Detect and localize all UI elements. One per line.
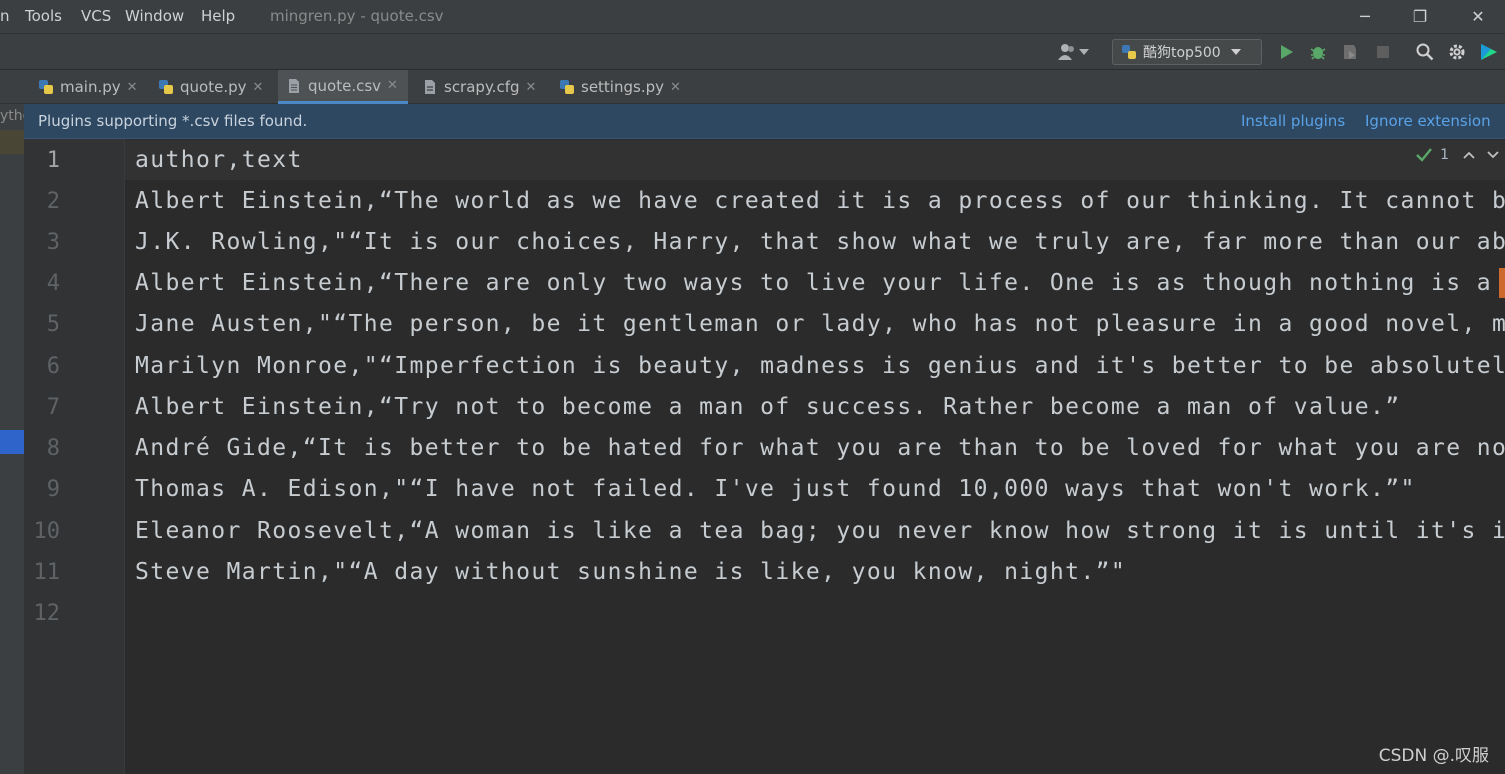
plugin-logo-icon[interactable] xyxy=(1479,42,1499,62)
tab-label: quote.py xyxy=(180,78,247,96)
line-number: 2 xyxy=(46,189,60,214)
python-file-icon xyxy=(559,79,575,95)
line-number: 6 xyxy=(46,354,60,379)
line-number: 7 xyxy=(46,395,60,420)
tab-scrapy-cfg[interactable]: scrapy.cfg ✕ xyxy=(414,70,536,104)
plugin-suggestion-banner: Plugins supporting *.csv files found. In… xyxy=(24,104,1505,139)
run-icon[interactable] xyxy=(1277,42,1297,62)
line-number: 8 xyxy=(46,436,60,461)
run-config-label: 酷狗top500 xyxy=(1143,45,1221,61)
code-line[interactable]: Albert Einstein,“The world as we have cr… xyxy=(135,181,1505,222)
chevron-up-icon[interactable] xyxy=(1463,151,1475,159)
menu-help[interactable]: Help xyxy=(201,7,235,25)
code-line[interactable]: Albert Einstein,“Try not to become a man… xyxy=(135,387,1401,428)
code-line[interactable]: Thomas A. Edison,"“I have not failed. I'… xyxy=(135,469,1416,510)
line-number: 5 xyxy=(46,312,60,337)
code-line[interactable]: Steve Martin,"“A day without sunshine is… xyxy=(135,552,1126,593)
menu-run[interactable]: n xyxy=(0,7,10,25)
tab-quote-py[interactable]: quote.py ✕ xyxy=(150,70,263,104)
code-line[interactable]: author,text xyxy=(135,140,303,181)
menu-window[interactable]: Window xyxy=(125,7,184,25)
project-panel-selection xyxy=(0,130,24,154)
chevron-down-icon[interactable] xyxy=(1077,42,1091,62)
line-number-gutter: 1 2 3 4 5 6 7 8 9 10 11 12 xyxy=(24,139,125,774)
menu-bar: n Tools VCS Window Help mingren.py - quo… xyxy=(0,0,1505,33)
python-file-icon xyxy=(158,79,174,95)
restore-button[interactable]: ❐ xyxy=(1397,0,1443,33)
code-editor[interactable]: author,text Albert Einstein,“The world a… xyxy=(125,139,1505,774)
line-number: 1 xyxy=(46,148,60,173)
coverage-icon[interactable] xyxy=(1340,42,1360,62)
python-icon xyxy=(1121,44,1137,60)
close-icon[interactable]: ✕ xyxy=(252,80,263,95)
close-button[interactable]: ✕ xyxy=(1455,0,1501,33)
user-icon[interactable] xyxy=(1058,42,1078,62)
line-number: 12 xyxy=(33,601,61,626)
install-plugins-link[interactable]: Install plugins xyxy=(1241,112,1345,130)
line-number: 11 xyxy=(33,560,61,585)
banner-message: Plugins supporting *.csv files found. xyxy=(38,112,308,130)
tab-quote-csv[interactable]: quote.csv ✕ xyxy=(278,70,408,104)
code-line[interactable]: Marilyn Monroe,"“Imperfection is beauty,… xyxy=(135,346,1505,387)
project-panel-text: ytho xyxy=(0,108,24,124)
inspection-count: 1 xyxy=(1440,147,1449,163)
tab-main-py[interactable]: main.py ✕ xyxy=(30,70,138,104)
project-panel-highlight xyxy=(0,430,24,454)
editor-tab-bar: main.py ✕ quote.py ✕ quote.csv ✕ scrapy.… xyxy=(0,70,1505,104)
menu-vcs[interactable]: VCS xyxy=(81,7,111,25)
minimize-button[interactable]: ─ xyxy=(1342,0,1388,33)
current-line-highlight xyxy=(125,140,1505,180)
project-panel-edge: ytho xyxy=(0,104,24,774)
close-icon[interactable]: ✕ xyxy=(127,80,138,95)
code-line[interactable]: Eleanor Roosevelt,“A woman is like a tea… xyxy=(135,511,1505,552)
code-line[interactable]: J.K. Rowling,"“It is our choices, Harry,… xyxy=(135,222,1505,263)
search-icon[interactable] xyxy=(1415,42,1435,62)
checkmark-icon xyxy=(1416,148,1433,162)
line-number: 3 xyxy=(46,230,60,255)
tab-overflow-edge xyxy=(0,70,24,104)
chevron-down-icon[interactable] xyxy=(1487,151,1499,159)
line-number: 10 xyxy=(33,519,61,544)
tab-label: settings.py xyxy=(581,78,664,96)
tab-label: main.py xyxy=(60,78,121,96)
gear-icon[interactable] xyxy=(1447,42,1467,62)
window-title: mingren.py - quote.csv xyxy=(270,7,444,25)
code-line[interactable]: Albert Einstein,“There are only two ways… xyxy=(135,263,1505,304)
debug-icon[interactable] xyxy=(1308,42,1328,62)
toolbar: 酷狗top500 xyxy=(0,33,1505,70)
tab-label: scrapy.cfg xyxy=(444,78,520,96)
code-line[interactable]: André Gide,“It is better to be hated for… xyxy=(135,428,1505,469)
close-icon[interactable]: ✕ xyxy=(387,78,398,93)
line-number: 9 xyxy=(46,477,60,502)
inspection-widget[interactable]: 1 xyxy=(1416,147,1499,163)
chevron-down-icon xyxy=(1230,49,1241,55)
scrollbar-warning-marker[interactable] xyxy=(1499,268,1505,298)
config-file-icon xyxy=(422,79,438,95)
close-icon[interactable]: ✕ xyxy=(526,80,537,95)
ignore-extension-link[interactable]: Ignore extension xyxy=(1365,112,1491,130)
close-icon[interactable]: ✕ xyxy=(670,80,681,95)
menu-tools[interactable]: Tools xyxy=(25,7,62,25)
tab-label: quote.csv xyxy=(308,76,382,95)
stop-icon[interactable] xyxy=(1373,42,1393,62)
watermark: CSDN @.叹服 xyxy=(1378,746,1489,766)
csv-file-icon xyxy=(286,78,302,94)
line-number: 4 xyxy=(46,271,60,296)
tab-settings-py[interactable]: settings.py ✕ xyxy=(551,70,681,104)
run-configuration-selector[interactable]: 酷狗top500 xyxy=(1112,39,1262,65)
code-line[interactable]: Jane Austen,"“The person, be it gentlema… xyxy=(135,304,1505,345)
python-file-icon xyxy=(38,79,54,95)
